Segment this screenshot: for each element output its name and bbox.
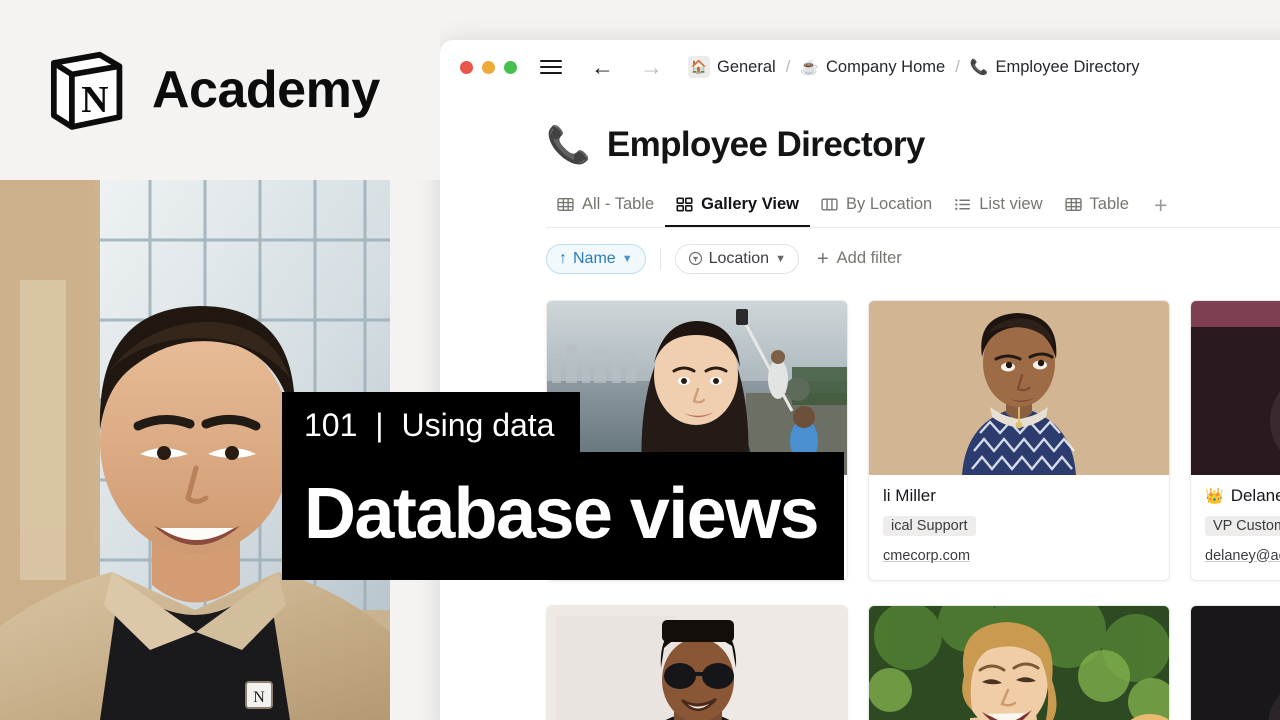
tab-label-gallery-view: Gallery View (701, 194, 799, 213)
close-window-button[interactable] (460, 60, 473, 74)
page-title-row: 📞 Employee Directory (546, 124, 1280, 166)
back-arrow-icon[interactable]: ← (589, 55, 616, 79)
gallery-card[interactable] (546, 604, 848, 720)
page-title: Employee Directory (606, 125, 926, 164)
card-body: li Miller ical Support cmecorp.com (869, 475, 1169, 580)
sort-pill-label: Name (573, 249, 616, 267)
filter-bar: ↑ Name ▼ Location ▼ + Add filter (546, 243, 1280, 274)
filter-circle-icon (688, 251, 702, 266)
sort-ascending-icon: ↑ (559, 249, 567, 267)
brand-bar: N Academy (0, 0, 440, 180)
card-photo (1191, 300, 1280, 475)
phone-icon: 📞 (546, 124, 591, 166)
coffee-icon: ☕ (800, 58, 819, 76)
forward-arrow-icon[interactable]: → (638, 55, 665, 79)
list-icon (955, 198, 971, 210)
tab-label-by-location: By Location (846, 194, 933, 213)
tab-by-location[interactable]: By Location (810, 191, 943, 227)
sort-pill-name[interactable]: ↑ Name ▼ (546, 243, 646, 274)
gallery-card[interactable] (868, 604, 1170, 720)
window-title-bar: ← → 🏠 General / ☕ Company Home / 📞 Emplo… (440, 40, 1280, 94)
filter-pill-label: Location (708, 249, 770, 267)
hamburger-menu-icon[interactable] (540, 60, 562, 74)
woman-laughing-outdoors-photo (869, 605, 1169, 720)
woman-tan-wall-portrait-photo (869, 300, 1169, 475)
home-icon: 🏠 (688, 56, 710, 78)
gallery-icon (676, 197, 693, 211)
filter-divider (659, 247, 661, 270)
card-email[interactable]: delaney@ac (1205, 548, 1280, 564)
table-icon (557, 197, 574, 211)
breadcrumb-label-general: General (717, 57, 776, 76)
card-name: 👑 Delane (1205, 486, 1280, 506)
person-dark-portrait-photo (1191, 300, 1280, 475)
phone-icon: 📞 (969, 58, 989, 76)
breadcrumb-label-employee-directory: Employee Directory (995, 57, 1140, 76)
overlay-title: Database views (282, 452, 844, 580)
overlay-kicker-divider: | (375, 407, 384, 443)
svg-text:N: N (81, 79, 108, 121)
tab-label-list-view: List view (979, 194, 1043, 213)
gallery-card[interactable] (1190, 604, 1280, 720)
card-photo (547, 300, 847, 475)
tab-table[interactable]: Table (1054, 191, 1140, 227)
breadcrumb: 🏠 General / ☕ Company Home / 📞 Employee … (688, 56, 1139, 78)
breadcrumb-item-company-home[interactable]: ☕ Company Home (800, 58, 945, 77)
board-icon (821, 197, 838, 211)
svg-text:N: N (253, 689, 265, 706)
tab-label-all-table: All - Table (582, 194, 655, 213)
breadcrumb-separator-1: / (785, 57, 791, 76)
card-tag: ical Support (883, 515, 976, 536)
overlay-kicker: 101 | Using data (282, 392, 581, 459)
minimize-window-button[interactable] (482, 60, 495, 74)
man-sunglasses-white-wall-photo (547, 605, 847, 720)
card-name-text: Delane (1230, 485, 1280, 505)
dark-portrait-photo (1191, 605, 1280, 720)
plus-icon: + (816, 247, 829, 270)
card-email[interactable]: cmecorp.com (883, 548, 1155, 564)
view-tab-bar: All - Table Gallery View By Location Lis… (546, 191, 1280, 228)
card-photo (547, 605, 847, 720)
breadcrumb-label-company-home: Company Home (825, 57, 946, 76)
breadcrumb-item-general[interactable]: 🏠 General (688, 56, 776, 78)
card-body: 👑 Delane VP Custom delaney@ac (1191, 475, 1280, 580)
card-tag: VP Custom (1205, 515, 1280, 536)
card-name: li Miller (883, 485, 936, 505)
woman-waterfront-portrait-photo (547, 300, 847, 475)
breadcrumb-separator-2: / (955, 57, 960, 76)
filter-pill-location[interactable]: Location ▼ (674, 243, 799, 274)
add-view-button[interactable]: + (1140, 193, 1177, 227)
maximize-window-button[interactable] (504, 60, 517, 74)
crown-icon: 👑 (1205, 487, 1224, 505)
add-filter-label: Add filter (836, 249, 902, 267)
chevron-down-icon: ▼ (775, 252, 786, 265)
tab-list-view[interactable]: List view (943, 191, 1053, 227)
card-photo (869, 605, 1169, 720)
card-photo (1191, 605, 1280, 720)
gallery-card[interactable]: li Miller ical Support cmecorp.com (868, 299, 1170, 581)
notion-cube-icon: N (50, 51, 123, 130)
gallery-row-2 (546, 604, 1280, 720)
card-photo (869, 300, 1169, 475)
table-icon (1064, 197, 1082, 211)
brand-wordmark: Academy (152, 61, 380, 119)
tab-gallery-view[interactable]: Gallery View (665, 191, 810, 227)
overlay-kicker-text: Using data (401, 407, 555, 443)
add-filter-button[interactable]: + Add filter (817, 249, 902, 269)
breadcrumb-item-employee-directory[interactable]: 📞 Employee Directory (970, 58, 1140, 77)
gallery-card[interactable]: 👑 Delane VP Custom delaney@ac (1190, 299, 1280, 581)
tab-all-table[interactable]: All - Table (546, 191, 665, 227)
overlay-kicker-number: 101 (304, 407, 358, 443)
chevron-down-icon: ▼ (621, 252, 633, 265)
tab-label-table: Table (1089, 194, 1129, 213)
browser-window: ← → 🏠 General / ☕ Company Home / 📞 Emplo… (440, 40, 1280, 720)
